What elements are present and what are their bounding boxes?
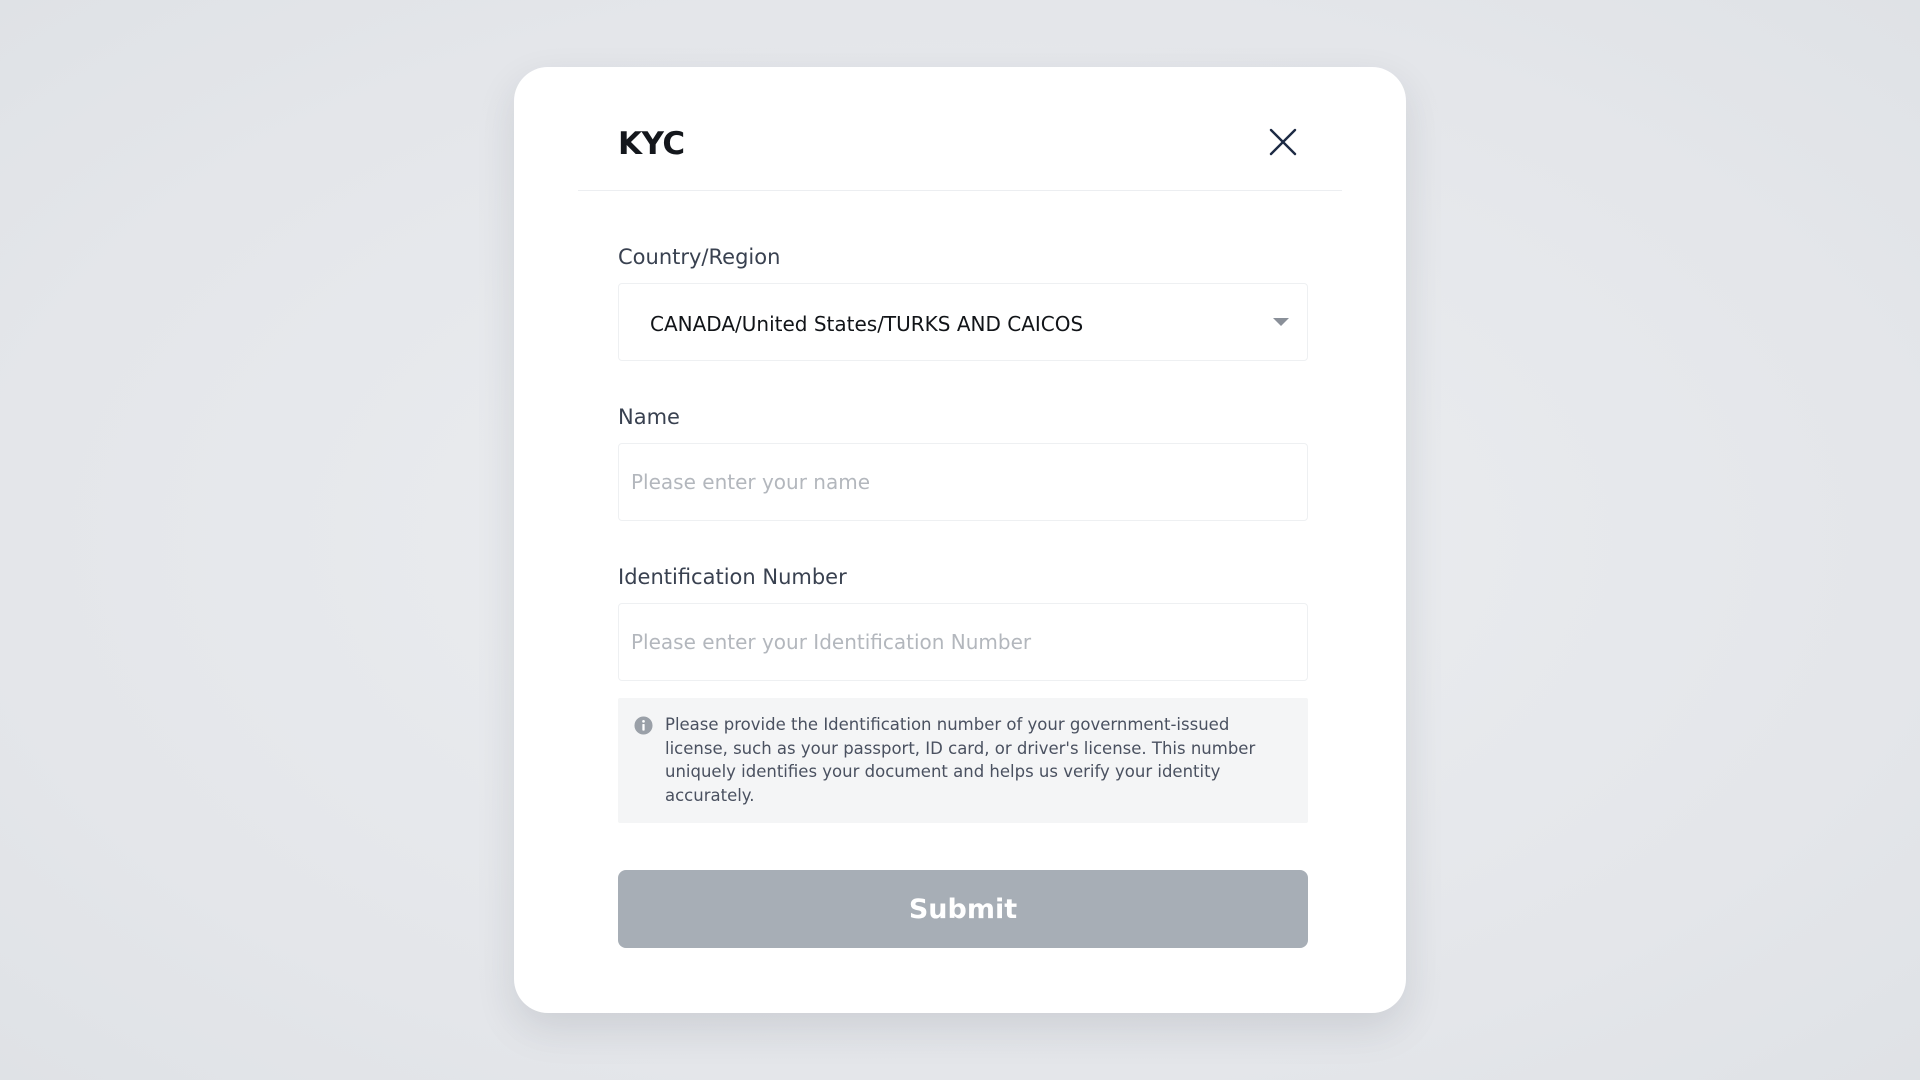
close-button[interactable] (1268, 127, 1298, 157)
name-label: Name (618, 405, 680, 429)
submit-button[interactable]: Submit (618, 870, 1308, 948)
country-region-select[interactable]: CANADA/United States/TURKS AND CAICOS (618, 283, 1308, 361)
info-icon (634, 716, 653, 735)
modal-header: KYC (578, 67, 1342, 191)
country-region-selected-value: CANADA/United States/TURKS AND CAICOS (650, 312, 1084, 336)
country-region-label: Country/Region (618, 245, 781, 269)
chevron-down-icon (1273, 318, 1289, 326)
identification-number-label: Identification Number (618, 565, 847, 589)
info-notice-text: Please provide the Identification number… (665, 715, 1256, 805)
kyc-modal: KYC Country/Region CANADA/United States/… (514, 67, 1406, 1013)
name-input[interactable] (618, 443, 1308, 521)
modal-title: KYC (618, 126, 685, 162)
identification-number-input[interactable] (618, 603, 1308, 681)
close-icon (1269, 128, 1297, 156)
info-notice: Please provide the Identification number… (618, 698, 1308, 823)
